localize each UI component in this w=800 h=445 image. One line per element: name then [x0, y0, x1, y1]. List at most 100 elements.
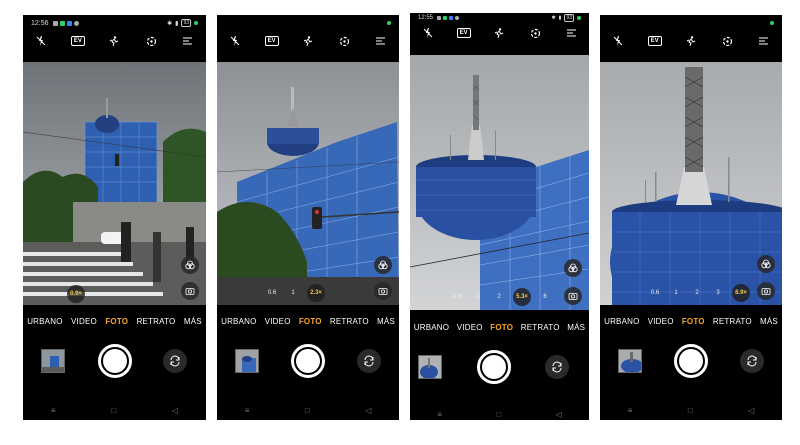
flash-off-icon[interactable] [33, 33, 49, 49]
camera-mode-icon[interactable] [374, 282, 392, 300]
back-icon[interactable]: ◁ [365, 406, 371, 415]
menu-icon[interactable] [373, 33, 389, 49]
motion-icon[interactable] [491, 25, 507, 41]
zoom-option[interactable]: 1 [471, 290, 485, 304]
mode-foto[interactable]: FOTO [105, 317, 128, 326]
menu-icon[interactable] [756, 33, 772, 49]
navigation-bar: ≡ □ ◁ [23, 406, 206, 415]
flash-off-icon[interactable] [420, 25, 436, 41]
exposure-icon[interactable]: EV [647, 33, 663, 49]
camera-toolbar: EV [217, 31, 399, 51]
camera-mode-icon[interactable] [757, 282, 775, 300]
mode-foto[interactable]: FOTO [682, 317, 705, 326]
camera-mode-icon[interactable] [564, 287, 582, 305]
mode-urbano[interactable]: URBANO [221, 317, 256, 326]
mode-selector: URBANO VIDEO FOTO RETRATO MÁS [217, 317, 399, 326]
lens-icon[interactable] [143, 33, 159, 49]
mode-retrato[interactable]: RETRATO [330, 317, 369, 326]
exposure-icon[interactable]: EV [456, 25, 472, 41]
mode-mas[interactable]: MÁS [567, 323, 585, 332]
mode-video[interactable]: VIDEO [457, 323, 483, 332]
zoom-option[interactable]: 2 [690, 286, 704, 300]
gallery-thumbnail[interactable] [235, 349, 259, 373]
exposure-icon[interactable]: EV [70, 33, 86, 49]
flip-camera-icon[interactable] [740, 349, 764, 373]
home-icon[interactable]: □ [111, 406, 116, 415]
gallery-thumbnail[interactable] [618, 349, 642, 373]
flash-off-icon[interactable] [227, 33, 243, 49]
recents-icon[interactable]: ≡ [245, 406, 250, 415]
mode-video[interactable]: VIDEO [265, 317, 291, 326]
lens-icon[interactable] [527, 25, 543, 41]
back-icon[interactable]: ◁ [556, 410, 562, 419]
zoom-option[interactable]: 2.3× [307, 284, 325, 302]
exposure-icon[interactable]: EV [264, 33, 280, 49]
mode-selector: URBANO VIDEO FOTO RETRATO MÁS [410, 323, 589, 332]
menu-icon[interactable] [563, 25, 579, 41]
zoom-option[interactable]: 0.6 [450, 290, 464, 304]
back-icon[interactable]: ◁ [172, 406, 178, 415]
flip-camera-icon[interactable] [545, 355, 569, 379]
lens-icon[interactable] [336, 33, 352, 49]
camera-mode-icon[interactable] [181, 282, 199, 300]
zoom-option[interactable]: 3 [711, 286, 725, 300]
zoom-option[interactable]: 1 [286, 286, 300, 300]
motion-icon[interactable] [300, 33, 316, 49]
zoom-option[interactable]: 0.9× [67, 285, 85, 303]
home-icon[interactable]: □ [305, 406, 310, 415]
home-icon[interactable]: □ [688, 406, 693, 415]
zoom-option[interactable]: 8.9× [732, 284, 750, 302]
mode-foto[interactable]: FOTO [490, 323, 513, 332]
mode-retrato[interactable]: RETRATO [521, 323, 560, 332]
back-icon[interactable]: ◁ [748, 406, 754, 415]
viewfinder[interactable] [23, 62, 206, 305]
mode-video[interactable]: VIDEO [648, 317, 674, 326]
recents-icon[interactable]: ≡ [51, 406, 56, 415]
flip-camera-icon[interactable] [357, 349, 381, 373]
flash-off-icon[interactable] [610, 33, 626, 49]
filters-icon[interactable] [374, 256, 392, 274]
zoom-option[interactable]: 0.6 [648, 286, 662, 300]
shutter-button[interactable] [98, 344, 132, 378]
home-icon[interactable]: □ [496, 410, 501, 419]
shutter-button[interactable] [674, 344, 708, 378]
mode-mas[interactable]: MÁS [377, 317, 395, 326]
flip-camera-icon[interactable] [163, 349, 187, 373]
motion-icon[interactable] [106, 33, 122, 49]
viewfinder[interactable] [217, 62, 399, 305]
status-bar: 12:55 ✱ ▮ 93 [410, 13, 589, 23]
recents-icon[interactable]: ≡ [437, 410, 442, 419]
mode-video[interactable]: VIDEO [71, 317, 97, 326]
menu-icon[interactable] [180, 33, 196, 49]
filters-icon[interactable] [564, 259, 582, 277]
lens-icon[interactable] [719, 33, 735, 49]
gallery-thumbnail[interactable] [418, 355, 442, 379]
zoom-option[interactable]: 0.6 [265, 286, 279, 300]
filters-icon[interactable] [757, 255, 775, 273]
motion-icon[interactable] [683, 33, 699, 49]
mode-retrato[interactable]: RETRATO [713, 317, 752, 326]
navigation-bar: ≡ □ ◁ [217, 406, 399, 415]
camera-toolbar: EV [600, 31, 782, 51]
mode-mas[interactable]: MÁS [184, 317, 202, 326]
zoom-option[interactable]: 1 [669, 286, 683, 300]
shutter-button[interactable] [291, 344, 325, 378]
mode-urbano[interactable]: URBANO [27, 317, 62, 326]
signal-icon: ▮ [558, 15, 562, 21]
recents-icon[interactable]: ≡ [628, 406, 633, 415]
mode-urbano[interactable]: URBANO [414, 323, 449, 332]
mode-mas[interactable]: MÁS [760, 317, 778, 326]
shutter-button[interactable] [477, 350, 511, 384]
viewfinder[interactable] [600, 62, 782, 305]
gallery-thumbnail[interactable] [41, 349, 65, 373]
mode-foto[interactable]: FOTO [299, 317, 322, 326]
filters-icon[interactable] [181, 256, 199, 274]
camera-toolbar: EV [410, 23, 589, 43]
zoom-option[interactable]: 2 [492, 290, 506, 304]
viewfinder[interactable] [410, 55, 589, 310]
mode-retrato[interactable]: RETRATO [137, 317, 176, 326]
status-time: 12:55 [418, 15, 434, 21]
mode-urbano[interactable]: URBANO [604, 317, 639, 326]
zoom-option[interactable]: 6 [538, 290, 552, 304]
zoom-option[interactable]: 5.3× [513, 288, 531, 306]
